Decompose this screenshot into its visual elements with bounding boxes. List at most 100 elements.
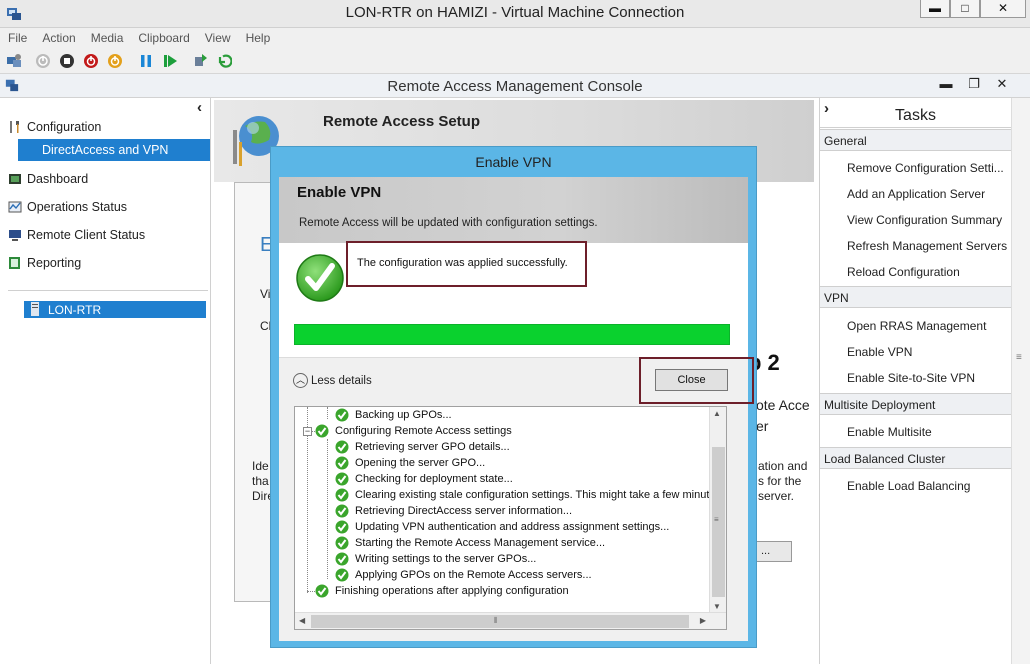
tools-icon — [10, 121, 19, 133]
vm-minimize-button[interactable]: ▬ — [920, 0, 950, 18]
scroll-right-arrow-icon[interactable]: ▶ — [700, 616, 706, 625]
check-icon — [335, 552, 349, 566]
tree-item: Retrieving DirectAccess server informati… — [335, 503, 572, 519]
check-icon — [315, 584, 329, 598]
vm-close-button[interactable]: ✕ — [980, 0, 1026, 18]
nav-divider — [8, 290, 208, 291]
tree-item: Clearing existing stale configuration se… — [335, 487, 724, 503]
thumb-grip-icon: ≡ — [714, 515, 719, 524]
check-icon — [335, 520, 349, 534]
task-section-vpn[interactable]: VPN — [820, 286, 1011, 308]
pause-icon[interactable] — [138, 53, 154, 69]
console-restore-button[interactable]: ❐ — [960, 74, 988, 94]
left-navigation: ‹ Configuration DirectAccess and VPN Das… — [0, 98, 211, 664]
console-vertical-scrollbar[interactable]: ≡ — [1011, 98, 1030, 664]
nav-item-configuration[interactable]: Configuration — [8, 116, 101, 138]
scroll-down-arrow-icon[interactable]: ▼ — [713, 602, 721, 611]
tree-item-label: Starting the Remote Access Management se… — [355, 537, 606, 549]
scrollbar-grip: ≡ — [1016, 352, 1022, 363]
shut-down-icon[interactable] — [83, 53, 99, 69]
console-minimize-button[interactable]: ▬ — [932, 74, 960, 94]
scroll-thumb[interactable]: ≡ — [712, 447, 725, 597]
tree-expander-icon[interactable]: − — [303, 427, 312, 436]
bg-fragment-server-end: server. — [758, 489, 795, 503]
progress-details-tree: − Backing up GPOs... Configuring Remote … — [294, 406, 727, 630]
tree-item-label: Configuring Remote Access settings — [335, 425, 512, 437]
ctrl-alt-del-icon[interactable] — [6, 53, 22, 69]
tree-item: Writing settings to the server GPOs... — [335, 551, 536, 567]
menu-help[interactable]: Help — [238, 28, 278, 45]
nav-label-remote-client-status: Remote Client Status — [27, 228, 146, 242]
tree-vertical-scrollbar[interactable]: ▲ ≡ ▼ — [709, 407, 726, 613]
task-reload-configuration[interactable]: Reload Configuration — [847, 265, 960, 279]
start-icon[interactable] — [35, 53, 51, 69]
console-close-button[interactable]: ✕ — [988, 74, 1016, 94]
nav-label-reporting: Reporting — [27, 256, 82, 270]
menu-clipboard[interactable]: Clipboard — [130, 28, 196, 45]
vm-toolbar — [0, 48, 1030, 74]
nav-label-configuration: Configuration — [27, 120, 102, 134]
scroll-left-arrow-icon[interactable]: ◀ — [299, 616, 305, 625]
tree-item: Opening the server GPO... — [335, 455, 485, 471]
tree-item: Starting the Remote Access Management se… — [335, 535, 605, 551]
revert-icon[interactable] — [216, 53, 232, 69]
nav-item-directaccess-vpn[interactable]: DirectAccess and VPN — [18, 139, 210, 161]
scroll-up-arrow-icon[interactable]: ▲ — [713, 409, 721, 418]
tree-item: Updating VPN authentication and address … — [335, 519, 669, 535]
tasks-header: › Tasks — [820, 98, 1011, 128]
dialog-header: Enable VPN Remote Access will be updated… — [279, 177, 748, 243]
dashboard-icon — [9, 174, 21, 184]
task-view-configuration-summary[interactable]: View Configuration Summary — [847, 213, 1002, 227]
menu-file[interactable]: File — [0, 28, 34, 45]
reset-icon[interactable] — [162, 53, 178, 69]
task-enable-multisite[interactable]: Enable Multisite — [847, 425, 932, 439]
monitor-icon — [9, 230, 21, 241]
nav-item-remote-client-status[interactable]: Remote Client Status — [8, 224, 145, 246]
bg-wizard-button[interactable]: ... — [756, 541, 792, 562]
nav-item-reporting[interactable]: Reporting — [8, 252, 81, 274]
close-button[interactable]: Close — [655, 369, 728, 391]
tree-item-label: Opening the server GPO... — [355, 457, 486, 469]
nav-item-dashboard[interactable]: Dashboard — [8, 168, 88, 190]
task-refresh-management-servers[interactable]: Refresh Management Servers — [847, 239, 1007, 253]
checkpoint-icon[interactable] — [193, 53, 209, 69]
collapse-nav-icon[interactable]: ‹ — [197, 99, 202, 116]
task-open-rras-management[interactable]: Open RRAS Management — [847, 319, 986, 333]
task-add-application-server[interactable]: Add an Application Server — [847, 187, 985, 201]
task-enable-load-balancing[interactable]: Enable Load Balancing — [847, 479, 970, 493]
save-icon[interactable] — [107, 53, 123, 69]
vm-maximize-button[interactable]: □ — [950, 0, 980, 18]
collapse-chevron-icon: ︿ — [293, 373, 308, 388]
setup-title: Remote Access Setup — [323, 113, 481, 130]
nav-item-operations-status[interactable]: Operations Status — [8, 196, 127, 218]
server-label: LON-RTR — [48, 303, 102, 317]
task-section-multisite-deployment[interactable]: Multisite Deployment — [820, 393, 1011, 415]
menu-media[interactable]: Media — [83, 28, 131, 45]
check-icon — [335, 568, 349, 582]
check-icon — [335, 536, 349, 550]
task-section-load-balanced-cluster[interactable]: Load Balanced Cluster — [820, 447, 1011, 469]
tree-item: Finishing operations after applying conf… — [315, 583, 569, 599]
task-section-general[interactable]: General — [820, 129, 1011, 151]
tree-item-label: Backing up GPOs... — [355, 409, 452, 421]
task-remove-configuration-settings[interactable]: Remove Configuration Setti... — [847, 161, 1004, 175]
bg-fragment-ide: Ide — [252, 459, 269, 473]
menu-view[interactable]: View — [197, 28, 238, 45]
menu-action[interactable]: Action — [34, 28, 82, 45]
operations-icon — [8, 201, 22, 213]
nav-label-operations-status: Operations Status — [27, 200, 128, 214]
server-item-lon-rtr[interactable]: LON-RTR — [24, 301, 206, 318]
tree-item: Retrieving server GPO details... — [335, 439, 510, 455]
turn-off-icon[interactable] — [59, 53, 75, 69]
task-enable-vpn[interactable]: Enable VPN — [847, 345, 912, 359]
scroll-thumb-horizontal[interactable]: ⦀ — [311, 615, 689, 628]
tree-horizontal-scrollbar[interactable]: ◀ ⦀ ▶ — [295, 612, 726, 629]
tree-item-label: Clearing existing stale configuration se… — [355, 489, 725, 501]
enable-vpn-dialog: Enable VPN Enable VPN Remote Access will… — [270, 146, 757, 648]
task-enable-site-to-site-vpn[interactable]: Enable Site-to-Site VPN — [847, 371, 975, 385]
less-details-toggle[interactable]: ︿ Less details — [293, 373, 372, 388]
console-window-title: Remote Access Management Console — [387, 78, 643, 95]
bg-fragment-settings-for: s for the — [758, 474, 802, 488]
tree-item-label: Applying GPOs on the Remote Access serve… — [355, 569, 592, 581]
tree-connector — [327, 439, 328, 579]
